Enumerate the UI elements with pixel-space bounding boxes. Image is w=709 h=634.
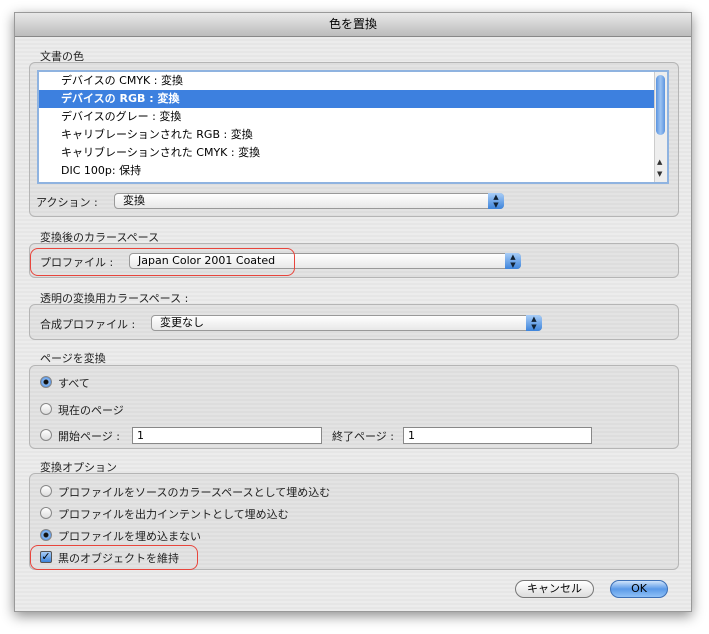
- list-item[interactable]: キャリブレーションされた CMYK : 変換: [39, 144, 667, 162]
- cancel-button[interactable]: キャンセル: [515, 580, 594, 598]
- title-bar: 色を置換: [15, 13, 691, 37]
- scroll-down-arrow-icon[interactable]: ▼: [657, 170, 662, 178]
- highlight-annotation: [30, 248, 295, 276]
- start-page-label: 開始ページ :: [58, 430, 120, 443]
- highlight-annotation: [30, 545, 198, 570]
- ok-button[interactable]: OK: [610, 580, 668, 598]
- blend-profile-value: 変更なし: [160, 316, 204, 329]
- end-page-input[interactable]: 1: [403, 427, 592, 444]
- action-label: アクション :: [36, 196, 98, 209]
- popup-arrows-icon: ▲ ▼: [526, 315, 542, 331]
- embed-source-label: プロファイルをソースのカラースペースとして埋め込む: [58, 486, 331, 499]
- radio-no-embed[interactable]: [40, 529, 52, 541]
- radio-embed-source[interactable]: [40, 485, 52, 497]
- action-select[interactable]: 変換 ▲ ▼: [114, 193, 504, 209]
- embed-output-label: プロファイルを出力インテントとして埋め込む: [58, 508, 289, 521]
- radio-all-pages[interactable]: [40, 376, 52, 388]
- popup-arrows-icon: ▲ ▼: [488, 193, 504, 209]
- start-page-input[interactable]: 1: [132, 427, 322, 444]
- no-embed-label: プロファイルを埋め込まない: [58, 530, 201, 543]
- current-page-label: 現在のページ: [58, 404, 124, 417]
- list-item[interactable]: デバイスのグレー : 変換: [39, 108, 667, 126]
- end-page-label: 終了ページ :: [332, 430, 394, 443]
- blend-profile-select[interactable]: 変更なし ▲ ▼: [151, 315, 542, 331]
- replace-color-dialog: 色を置換 文書の色 デバイスの CMYK : 変換 デバイスの RGB : 変換…: [14, 12, 692, 612]
- doc-colors-list[interactable]: デバイスの CMYK : 変換 デバイスの RGB : 変換 デバイスのグレー …: [37, 70, 669, 184]
- radio-current-page[interactable]: [40, 403, 52, 415]
- pages-group: すべて 現在のページ 開始ページ : 1 終了ページ : 1: [29, 365, 679, 449]
- scrollbar[interactable]: ▲ ▼: [654, 72, 667, 182]
- transparency-group: 合成プロファイル : 変更なし ▲ ▼: [29, 304, 679, 340]
- doc-colors-group: デバイスの CMYK : 変換 デバイスの RGB : 変換 デバイスのグレー …: [29, 62, 679, 217]
- scroll-up-arrow-icon[interactable]: ▲: [657, 158, 662, 166]
- list-item[interactable]: DIC 100p: 保持: [39, 162, 667, 180]
- all-pages-label: すべて: [58, 377, 90, 390]
- popup-arrows-icon: ▲ ▼: [505, 253, 521, 269]
- blend-profile-label: 合成プロファイル :: [40, 318, 136, 331]
- list-item[interactable]: キャリブレーションされた RGB : 変換: [39, 126, 667, 144]
- pages-label: ページを変換: [40, 352, 106, 365]
- list-item[interactable]: デバイスの CMYK : 変換: [39, 72, 667, 90]
- radio-page-range[interactable]: [40, 429, 52, 441]
- scrollbar-thumb[interactable]: [656, 75, 665, 135]
- action-value: 変換: [123, 194, 145, 207]
- radio-embed-output[interactable]: [40, 507, 52, 519]
- list-item-selected[interactable]: デバイスの RGB : 変換: [39, 90, 667, 108]
